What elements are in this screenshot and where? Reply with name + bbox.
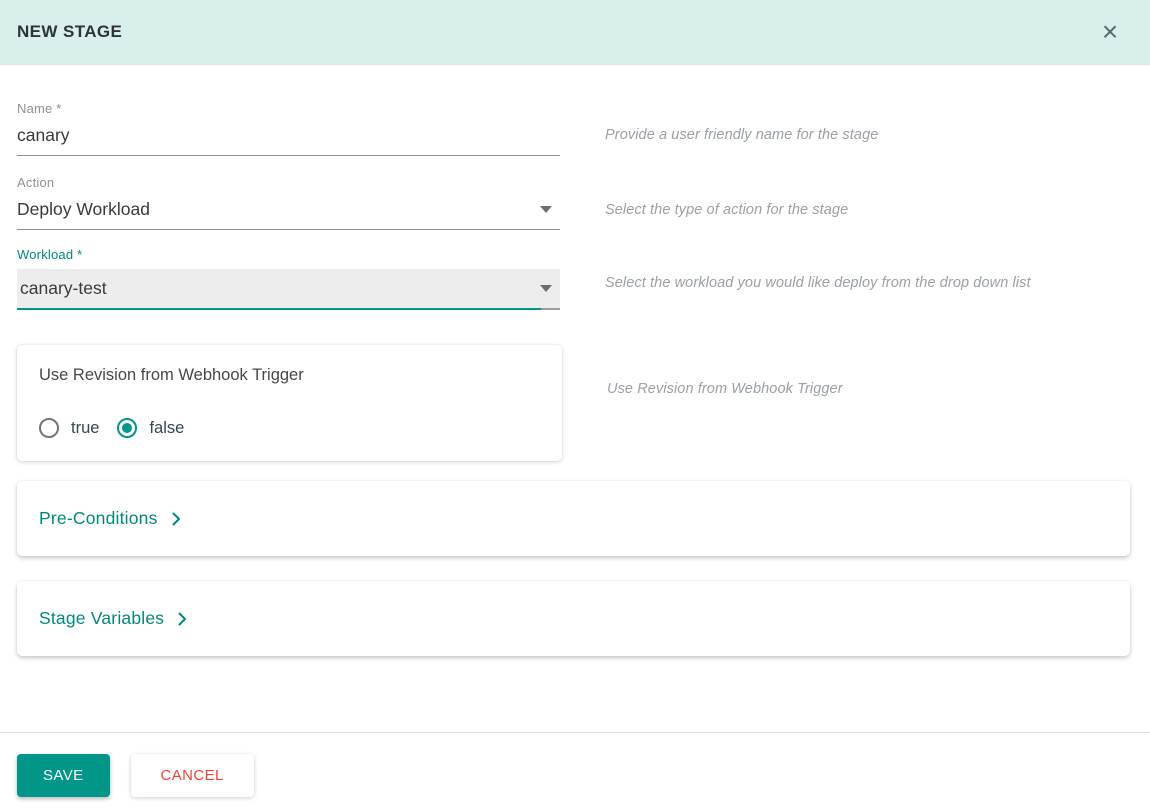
radio-circle-icon <box>117 418 138 438</box>
action-underline <box>17 229 560 230</box>
workload-label: Workload * <box>17 247 83 262</box>
pre-conditions-label: Pre-Conditions <box>39 508 158 528</box>
name-label: Name * <box>17 101 62 116</box>
dialog-footer: SAVE CANCEL <box>0 732 1150 812</box>
radio-label: true <box>71 418 100 437</box>
page-title: NEW STAGE <box>17 22 123 41</box>
name-helper-text: Provide a user friendly name for the sta… <box>605 127 879 143</box>
workload-row: Workload * canary-test Select the worklo… <box>17 247 1130 310</box>
cancel-button[interactable]: CANCEL <box>130 754 254 797</box>
action-row: Action Deploy Workload Select the type o… <box>17 175 1130 230</box>
stage-variables-label: Stage Variables <box>39 608 165 628</box>
pre-conditions-panel[interactable]: Pre-Conditions <box>17 481 1130 556</box>
name-field-group: Name * <box>17 101 560 156</box>
action-select[interactable]: Deploy Workload <box>17 197 560 221</box>
webhook-row: Use Revision from Webhook Trigger true f… <box>17 345 1130 461</box>
webhook-revision-card: Use Revision from Webhook Trigger true f… <box>17 345 562 461</box>
action-label: Action <box>17 175 55 190</box>
save-button[interactable]: SAVE <box>17 754 110 797</box>
radio-label: false <box>149 418 185 437</box>
name-row: Name * Provide a user friendly name for … <box>17 101 1130 156</box>
name-underline <box>17 155 560 156</box>
webhook-radio-group: true false <box>39 418 540 438</box>
action-select-value: Deploy Workload <box>17 199 150 219</box>
workload-field-group: Workload * canary-test <box>17 247 560 310</box>
radio-dot <box>122 423 133 433</box>
dialog-body: Name * Provide a user friendly name for … <box>0 65 1150 732</box>
dropdown-arrow-icon <box>540 285 552 292</box>
radio-circle-icon <box>39 418 59 438</box>
stage-variables-panel[interactable]: Stage Variables <box>17 581 1130 656</box>
dropdown-arrow-icon <box>540 206 552 213</box>
workload-helper-text: Select the workload you would like deplo… <box>605 275 1031 291</box>
close-icon[interactable]: × <box>1094 16 1126 48</box>
action-helper-text: Select the type of action for the stage <box>605 202 849 218</box>
webhook-card-title: Use Revision from Webhook Trigger <box>39 366 304 384</box>
radio-option-true[interactable]: true <box>39 418 99 438</box>
new-stage-dialog: NEW STAGE × Name * Provide a user friend… <box>0 0 1150 812</box>
radio-option-false[interactable]: false <box>117 418 184 438</box>
action-field-group: Action Deploy Workload <box>17 175 560 230</box>
webhook-helper-text: Use Revision from Webhook Trigger <box>607 381 843 397</box>
workload-select[interactable]: canary-test <box>17 269 560 308</box>
radio-dot <box>44 423 54 433</box>
workload-underline-focused <box>17 308 560 310</box>
name-input[interactable] <box>17 123 560 147</box>
dialog-header: NEW STAGE × <box>0 0 1150 65</box>
workload-select-value: canary-test <box>20 278 107 298</box>
chevron-right-icon <box>167 510 185 528</box>
chevron-right-icon <box>173 610 191 628</box>
